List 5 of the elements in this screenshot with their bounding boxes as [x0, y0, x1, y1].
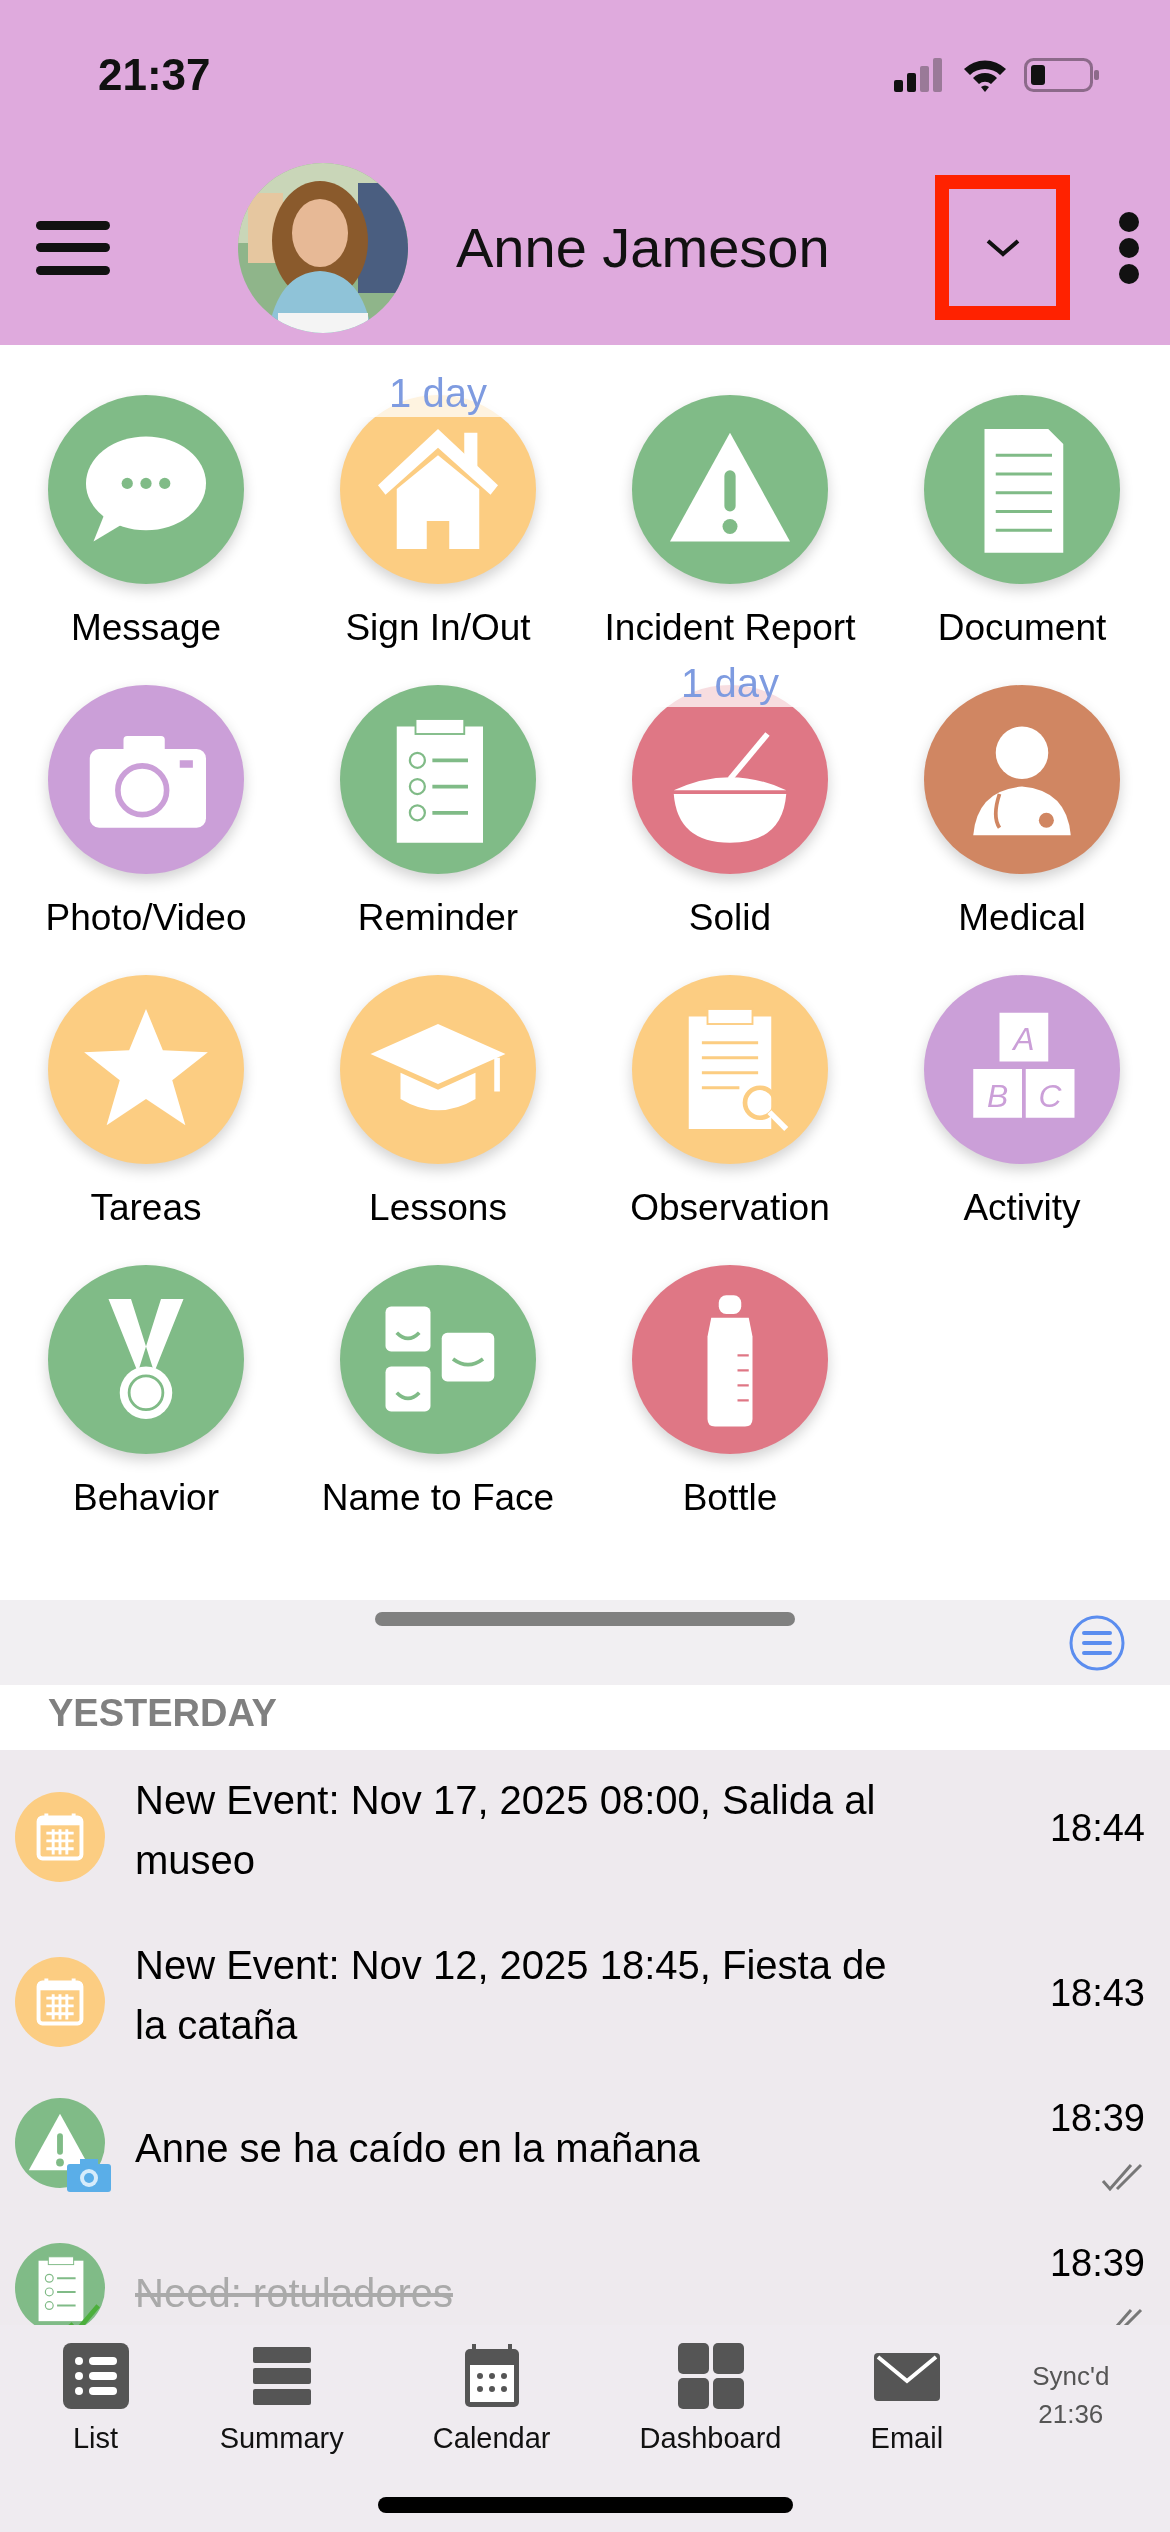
- child-name: Anne Jameson: [456, 214, 830, 281]
- status-time: 21:37: [98, 49, 211, 101]
- sync-status: Sync'd: [1032, 2360, 1110, 2393]
- section-heading: YESTERDAY: [48, 1692, 277, 1734]
- sync-time: 21:36: [1037, 2398, 1105, 2431]
